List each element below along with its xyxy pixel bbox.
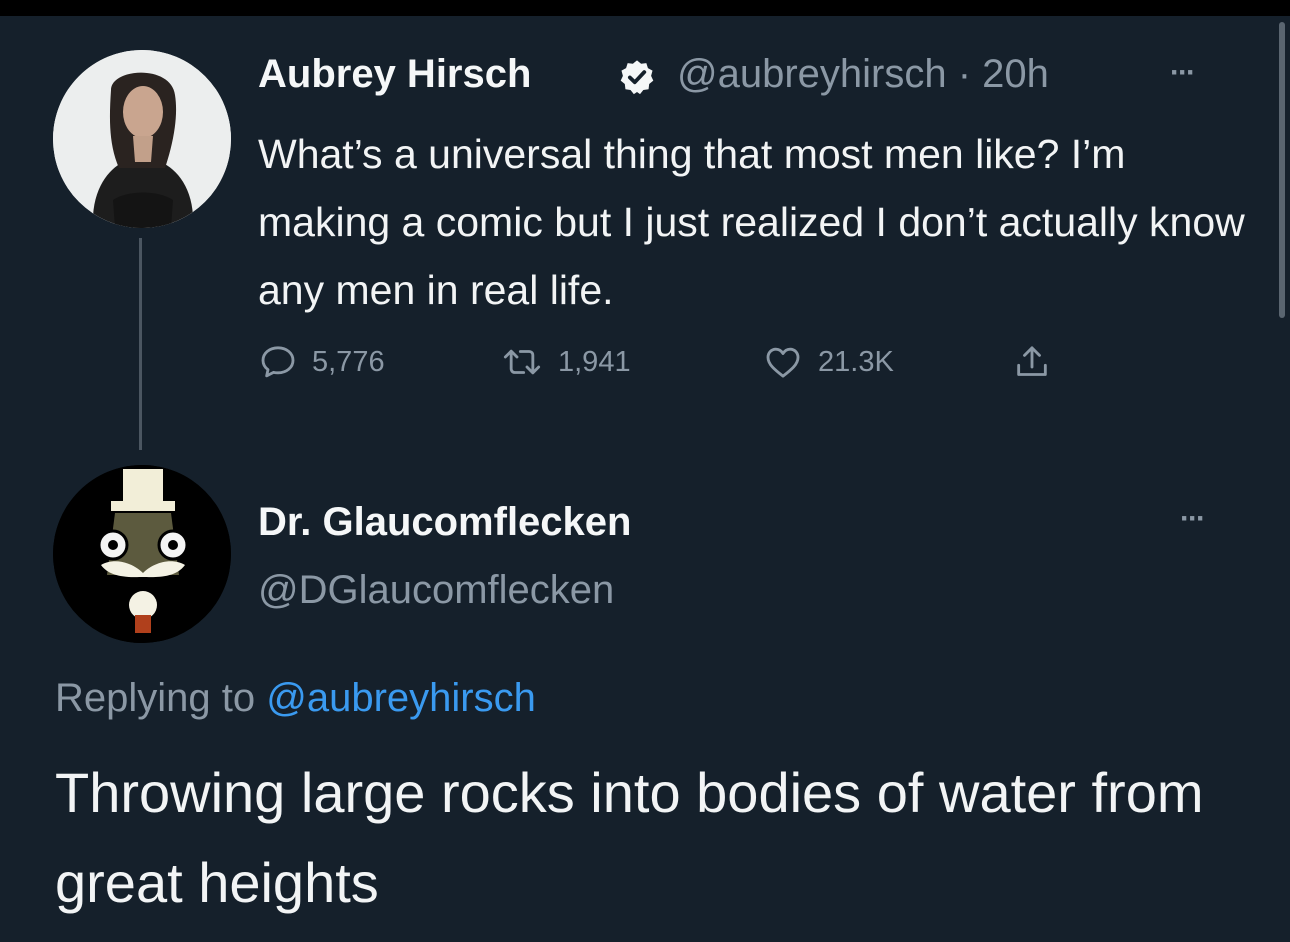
reply-text: Throwing large rocks into bodies of wate… [55,761,1204,914]
scrollbar[interactable] [1279,22,1285,318]
reply-author-name[interactable]: Dr. Glaucomflecken [258,500,631,545]
retweet-count: 1,941 [558,345,631,378]
like-count: 21.3K [818,345,894,378]
reply-icon [261,346,295,378]
tweet-text: What’s a universal thing that most men l… [258,131,1245,313]
more-options-icon[interactable]: ··· [1170,56,1196,90]
reply-count: 5,776 [312,345,385,378]
reply-button[interactable]: 5,776 [258,340,385,384]
replying-to-label: Replying to [55,676,256,720]
more-options-icon[interactable]: ··· [1180,502,1206,536]
like-button[interactable]: 21.3K [762,340,894,384]
thread-connector-line [139,238,142,450]
top-black-strip [0,0,1290,16]
avatar[interactable] [53,50,231,228]
replying-to-mention-link[interactable]: @aubreyhirsch [266,676,536,720]
like-icon [766,347,800,378]
avatar[interactable] [53,465,231,643]
author-name[interactable]: Aubrey Hirsch [258,52,531,97]
share-button[interactable] [1012,340,1066,384]
retweet-button[interactable]: 1,941 [500,340,631,384]
avatar-cartoon-glaucomflecken [53,465,231,643]
verified-badge-icon [620,60,654,95]
reply-author-handle[interactable]: @DGlaucomflecken [258,568,614,613]
retweet-icon [503,349,541,375]
replying-to-line: Replying to @aubreyhirsch [55,676,536,721]
avatar-photo-aubrey [53,50,231,228]
author-handle-and-time[interactable]: @aubreyhirsch · 20h [677,52,1049,97]
share-icon [1017,346,1047,376]
